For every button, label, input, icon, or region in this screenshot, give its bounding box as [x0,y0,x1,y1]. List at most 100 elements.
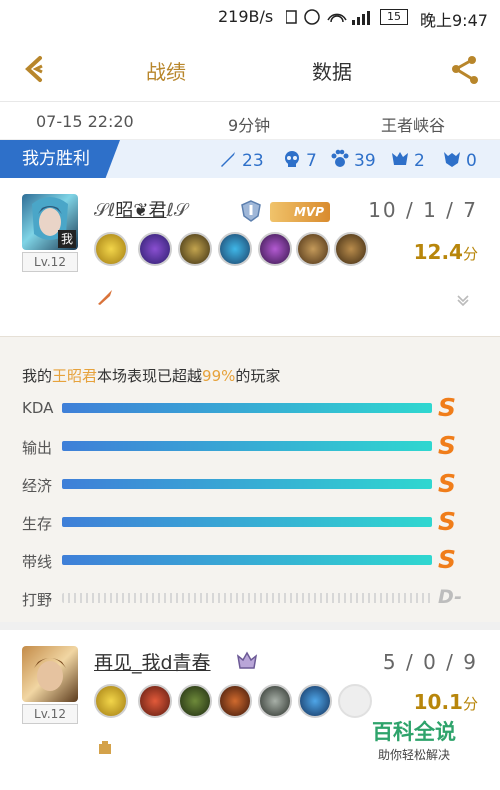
tower-skill-icon [99,741,111,754]
battery-icon: 15 [380,9,408,25]
performance-bar [62,441,432,451]
match-datetime: 07-15 22:20 [36,112,134,131]
item-slot-4[interactable] [218,232,252,266]
performance-grade: D- [438,586,463,608]
team-minion-value: 39 [354,151,376,171]
teammate-name[interactable]: 再见_我d青春 [94,648,211,675]
watermark-logo: 百科全说 助你轻松解决 [372,716,456,763]
player-card-teammate[interactable]: Lv.12 再见_我d青春 5 / 0 / 9 10.1分 [0,630,500,790]
teammate-item-slot-5[interactable] [258,684,292,718]
performance-grade: S [438,469,457,498]
hero-avatar: 我 [22,194,78,250]
player-level: Lv.12 [22,252,78,272]
summary-middle: 本场表现已超越 [97,367,203,385]
item-slot-5[interactable] [258,232,292,266]
performance-bar [62,593,432,603]
chevron-down-icon[interactable] [456,294,470,306]
clock: 晚上9:47 [420,11,488,30]
performance-grade: S [438,393,457,422]
performance-label: 带线 [22,553,53,571]
share-icon[interactable] [448,52,482,86]
player-card-self[interactable]: 我 Lv.12 𝒮ℓ昭❦君ℓ𝒮 MVP 10 / 1 / 7 12.4分 [0,178,500,336]
performance-row: 带线 S [22,545,478,574]
summary-prefix: 我的 [22,367,53,385]
performance-label: 打野 [22,591,53,609]
performance-bar [62,555,432,565]
performance-panel: 我的王昭君本场表现已超越99%的玩家 KDA S 输出 S 经济 S 生存 S 带线 S 打野 D- [0,336,500,622]
teammate-portrait-icon [34,658,66,691]
item-slot-7[interactable] [334,232,368,266]
watermark-title: 百科全说 [372,720,456,744]
mvp-badge: MVP [270,202,330,222]
teammate-item-slot-empty[interactable] [338,684,372,718]
performance-grade: S [438,431,457,460]
performance-bar [62,479,432,489]
top-navbar: 战绩 数据 [0,34,500,102]
summary-percent: 99% [202,367,236,385]
teammate-item-slot-6[interactable] [298,684,332,718]
player-name-ornament: 𝒮ℓ昭❦君ℓ𝒮 [94,200,188,221]
team-tower-value: 2 [414,151,425,171]
network-speed: 219B/s [218,7,274,26]
team-kills: 23 [218,149,264,171]
team-deaths-value: 7 [306,151,317,171]
player-score-unit: 分 [462,245,478,263]
performance-row: 生存 S [22,507,478,536]
dragon-icon [444,152,460,167]
item-slot-6[interactable] [296,232,330,266]
rank-shield-icon [241,200,261,222]
tab-data[interactable]: 数据 [312,56,352,85]
watermark-subtitle: 助你轻松解决 [377,748,450,762]
teammate-item-slot-1[interactable] [94,684,128,718]
teammate-score-value: 10.1 [413,690,463,714]
teammate-item-slot-4[interactable] [218,684,252,718]
rank-crown-icon [236,651,258,669]
performance-row: 经济 S [22,469,478,498]
team-tower: 2 [390,149,425,171]
skull-icon [285,151,299,167]
performance-row: KDA S [22,393,478,422]
performance-label: 生存 [22,515,53,533]
player-name: 昭❦君 [115,200,167,221]
team-minion: 39 [330,149,376,171]
teammate-score-unit: 分 [462,695,478,713]
tab-record[interactable]: 战绩 [146,56,186,85]
item-slot-1[interactable] [94,232,128,266]
summoner-skill-icon [98,290,112,305]
team-summary: 我方胜利 23 7 39 2 0 [0,140,500,178]
teammate-item-slot-3[interactable] [178,684,212,718]
player-score-value: 12.4 [413,240,463,264]
player-kda: 10 / 1 / 7 [368,198,478,222]
performance-label: 输出 [22,439,53,457]
performance-grade: S [438,507,457,536]
paw-icon [331,149,349,167]
section-divider [0,622,500,630]
summary-hero: 王昭君 [52,367,98,385]
team-dragon: 0 [442,149,477,171]
performance-summary: 我的王昭君本场表现已超越99%的玩家 [22,365,280,386]
team-dragon-value: 0 [466,151,477,171]
team-kills-value: 23 [242,151,264,171]
item-slot-3[interactable] [178,232,212,266]
teammate-score: 10.1分 [414,690,478,714]
match-duration: 9分钟 [228,116,271,135]
teammate-item-slot-2[interactable] [138,684,172,718]
self-badge: 我 [58,230,76,248]
teammate-level: Lv.12 [22,704,78,724]
back-icon[interactable] [18,52,52,86]
performance-row: 打野 D- [22,586,478,609]
performance-grade: S [438,545,457,574]
item-slot-2[interactable] [138,232,172,266]
teammate-kda: 5 / 0 / 9 [382,650,478,674]
teammate-avatar [22,646,78,702]
performance-bar [62,403,432,413]
match-map: 王者峡谷 [381,116,446,135]
performance-label: 经济 [22,477,53,495]
performance-row: 输出 S [22,431,478,460]
performance-label: KDA [22,399,54,417]
match-info: 07-15 22:20 9分钟 王者峡谷 [0,102,500,140]
summary-suffix: 的玩家 [235,367,281,385]
player-score: 12.4分 [414,240,478,264]
status-bar: 219B/s 15 晚上9:47 [0,0,500,34]
tower-icon [392,152,408,165]
